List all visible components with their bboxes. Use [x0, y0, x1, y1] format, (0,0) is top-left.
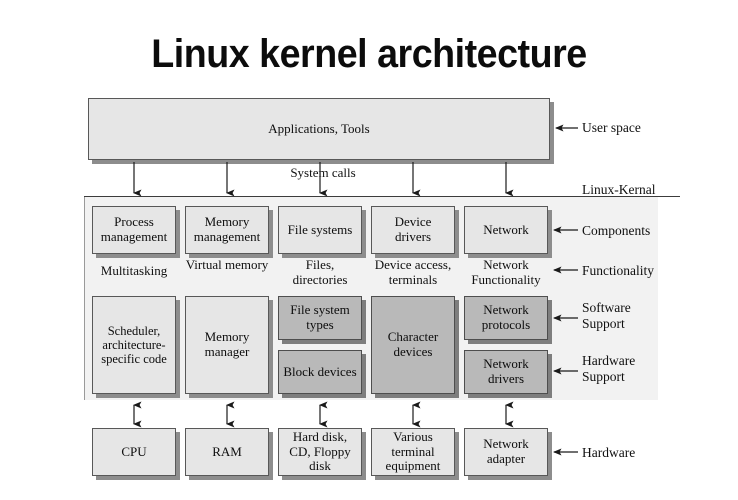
hardware-label: RAM — [212, 443, 242, 459]
functionality-text-multitasking: Multitasking — [100, 263, 168, 278]
component-label: Network — [483, 221, 529, 237]
functionality-text-network-functionality: Network Functionality — [471, 257, 541, 287]
functionality-text-files-directories: Files, directories — [292, 257, 348, 287]
system-calls-label: System calls — [290, 165, 356, 180]
support-label: Network protocols — [481, 302, 531, 332]
component-box-process-management: Process management — [92, 206, 176, 254]
support-box-network-protocols: Network protocols — [464, 296, 548, 340]
hardware-label: Network adapter — [483, 436, 529, 466]
component-label: File systems — [287, 221, 353, 237]
functionality-row-label: Functionality — [582, 263, 654, 278]
component-label: Process management — [100, 214, 168, 244]
support-label: Network drivers — [483, 356, 529, 386]
functionality-text-virtual-memory: Virtual memory — [185, 257, 269, 272]
support-label: Block devices — [283, 363, 357, 379]
support-box-block-devices: Block devices — [278, 350, 362, 394]
applications-tools-label: Applications, Tools — [268, 120, 370, 136]
component-box-device-drivers: Device drivers — [371, 206, 455, 254]
software-support-line1: Software — [582, 300, 631, 315]
hardware-box-ram: RAM — [185, 428, 269, 476]
functionality-text-device-access: Device access, terminals — [374, 257, 452, 287]
hardware-box-hard-disk: Hard disk, CD, Floppy disk — [278, 428, 362, 476]
support-box-memory-manager: Memory manager — [185, 296, 269, 394]
hardware-label: CPU — [121, 443, 147, 459]
component-box-network: Network — [464, 206, 548, 254]
support-box-network-drivers: Network drivers — [464, 350, 548, 394]
hardware-label: Hard disk, CD, Floppy disk — [289, 429, 351, 474]
hardware-box-terminal-equipment: Various terminal equipment — [371, 428, 455, 476]
support-label: Memory manager — [204, 329, 250, 359]
applications-tools-box: Applications, Tools — [88, 98, 550, 160]
linux-kernel-label: Linux-Kernal — [582, 182, 656, 197]
component-box-memory-management: Memory management — [185, 206, 269, 254]
hardware-row-label: Hardware — [582, 445, 636, 460]
page-title: Linux kernel architecture — [151, 32, 587, 76]
hardware-box-network-adapter: Network adapter — [464, 428, 548, 476]
support-box-file-system-types: File system types — [278, 296, 362, 340]
support-label: Scheduler, architecture-specific code — [101, 324, 167, 366]
software-support-row-label: Software Support — [582, 300, 631, 332]
component-box-file-systems: File systems — [278, 206, 362, 254]
support-box-scheduler: Scheduler, architecture-specific code — [92, 296, 176, 394]
component-label: Memory management — [193, 214, 261, 244]
hardware-support-row-label: Hardware Support — [582, 353, 635, 385]
support-label: Character devices — [387, 329, 439, 359]
hardware-support-line2: Support — [582, 368, 625, 384]
user-space-label: User space — [582, 120, 641, 135]
software-support-line2: Support — [582, 315, 625, 331]
hardware-support-line1: Hardware — [582, 353, 636, 368]
linux-kernel-architecture-diagram: Linux kernel architecture Applications, … — [0, 0, 738, 500]
hardware-box-cpu: CPU — [92, 428, 176, 476]
support-box-character-devices: Character devices — [371, 296, 455, 394]
hardware-label: Various terminal equipment — [385, 429, 441, 474]
components-row-label: Components — [582, 223, 651, 238]
component-label: Device drivers — [394, 214, 432, 244]
support-label: File system types — [290, 302, 350, 332]
